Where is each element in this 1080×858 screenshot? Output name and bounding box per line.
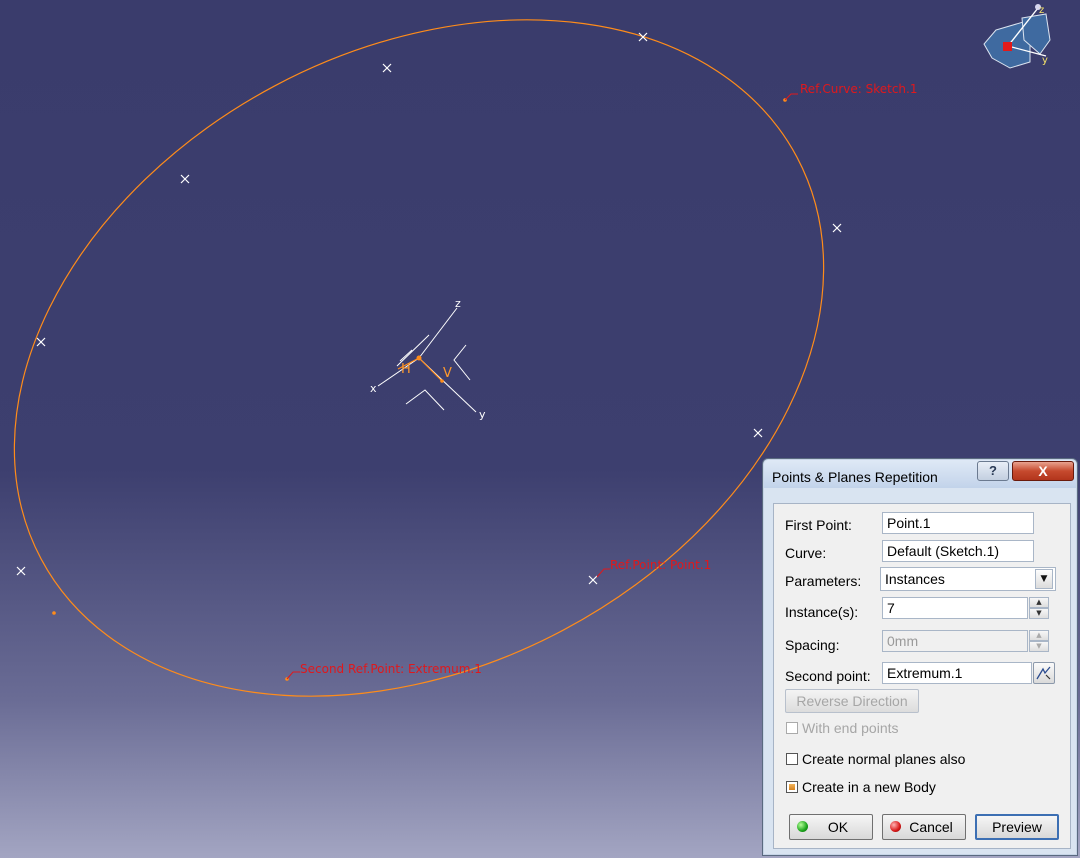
create-new-body-checkbox[interactable]	[786, 781, 798, 793]
ref-point-label: Ref.Point: Point.1	[610, 558, 711, 572]
point-marker[interactable]	[16, 566, 26, 576]
parameters-label: Parameters:	[785, 573, 862, 589]
cancel-button[interactable]: Cancel	[882, 814, 966, 840]
with-end-points-label: With end points	[802, 720, 899, 736]
point-marker[interactable]	[753, 428, 763, 438]
axis-label-v: V	[443, 366, 452, 381]
stepper-down-icon[interactable]: ▼	[1029, 608, 1049, 619]
axis-label-y: y	[479, 408, 486, 421]
second-point-label: Second point:	[785, 668, 871, 684]
curve-point-dot	[52, 611, 56, 615]
create-normal-planes-checkbox[interactable]	[786, 753, 798, 765]
cancel-status-icon	[890, 821, 901, 832]
preview-button[interactable]: Preview	[975, 814, 1059, 840]
instances-field[interactable]: 7	[882, 597, 1028, 619]
curve-pick-icon[interactable]	[1033, 662, 1055, 684]
reverse-direction-button: Reverse Direction	[785, 689, 919, 713]
instances-stepper[interactable]: ▲ ▼	[1029, 597, 1049, 619]
dialog-title: Points & Planes Repetition	[772, 469, 938, 485]
axis-system[interactable]: z x y H V	[370, 297, 486, 421]
spacing-label: Spacing:	[785, 637, 840, 653]
with-end-points-checkbox	[786, 722, 798, 734]
help-button[interactable]: ?	[977, 461, 1009, 481]
second-point-field[interactable]: Extremum.1	[882, 662, 1032, 684]
point-marker[interactable]	[382, 63, 392, 73]
axis-label-x: x	[370, 382, 377, 395]
stepper-down-icon: ▼	[1029, 641, 1049, 652]
stepper-up-icon: ▲	[1029, 630, 1049, 641]
close-button[interactable]: X	[1012, 461, 1074, 481]
repetition-points	[16, 32, 842, 585]
ref-point-leader	[596, 568, 610, 578]
point-marker[interactable]	[36, 337, 46, 347]
spacing-field: 0mm	[882, 630, 1028, 652]
create-normal-planes-label: Create normal planes also	[802, 751, 966, 767]
cancel-label: Cancel	[909, 819, 953, 835]
first-point-label: First Point:	[785, 517, 852, 533]
parameters-select-value: Instances	[885, 571, 945, 587]
curve-field[interactable]: Default (Sketch.1)	[882, 540, 1034, 562]
second-ref-point-label: Second Ref.Point: Extremum.1	[300, 662, 482, 676]
point-marker[interactable]	[588, 575, 598, 585]
ok-label: OK	[827, 819, 849, 835]
compass-icon[interactable]: z y	[983, 4, 1051, 69]
second-ref-point-leader	[286, 671, 300, 680]
point-marker[interactable]	[832, 223, 842, 233]
axis-label-z: z	[455, 297, 461, 310]
curve-label: Curve:	[785, 545, 827, 561]
first-point-field[interactable]: Point.1	[882, 512, 1034, 534]
stepper-up-icon[interactable]: ▲	[1029, 597, 1049, 608]
create-new-body-label: Create in a new Body	[802, 779, 936, 795]
dialog-panel: First Point: Point.1 Curve: Default (Ske…	[773, 503, 1071, 849]
parameters-select[interactable]: Instances	[880, 567, 1056, 591]
spacing-stepper: ▲ ▼	[1029, 630, 1049, 652]
axis-label-h: H	[401, 362, 411, 377]
ok-button[interactable]: OK	[789, 814, 873, 840]
dialog-titlebar[interactable]: Points & Planes Repetition ? X	[764, 460, 1076, 488]
dropdown-arrow-icon[interactable]: ▼	[1035, 569, 1053, 589]
ok-status-icon	[797, 821, 808, 832]
ref-curve-label: Ref.Curve: Sketch.1	[800, 82, 918, 96]
ref-curve-leader	[784, 93, 798, 101]
compass-z-label: z	[1039, 5, 1044, 16]
points-planes-repetition-dialog: Points & Planes Repetition ? X First Poi…	[762, 458, 1078, 856]
instances-label: Instance(s):	[785, 604, 859, 620]
point-marker[interactable]	[180, 174, 190, 184]
compass-y-label: y	[1042, 55, 1048, 66]
